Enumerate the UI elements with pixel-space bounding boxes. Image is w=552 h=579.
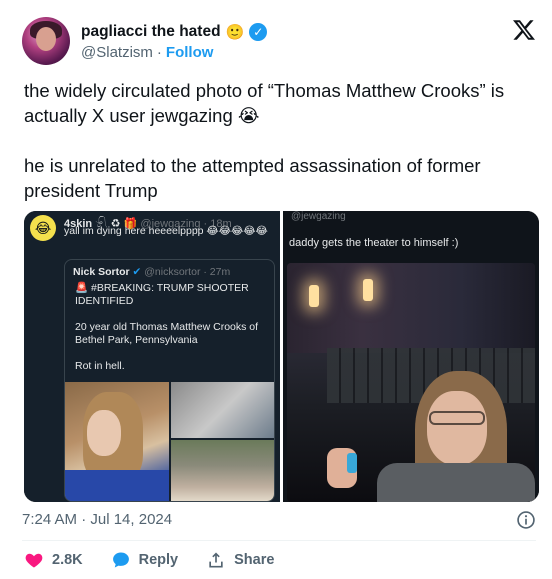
quote-body: 🚨 #BREAKING: TRUMP SHOOTER IDENTIFIED 20… [75, 282, 271, 386]
x-logo-icon[interactable] [512, 18, 536, 42]
like-button[interactable]: 2.8K [24, 550, 83, 570]
person-shirt [377, 463, 535, 502]
theater-selfie-photo [287, 263, 535, 502]
reply-bubble-icon [112, 552, 129, 568]
tweet-card: pagliacci the hated 🙂 ✓ @Slatzism · Foll… [0, 0, 552, 579]
quote-author: Nick Sortor [73, 266, 130, 278]
action-divider [22, 540, 536, 541]
author-handle[interactable]: @Slatzism [81, 44, 153, 61]
verified-badge-icon: ✓ [249, 23, 268, 41]
person-glasses [429, 411, 485, 425]
avatar-face [36, 27, 56, 51]
heart-icon [25, 553, 43, 568]
quote-line: 🚨 #BREAKING: TRUMP SHOOTER IDENTIFIED [75, 282, 249, 307]
handle-separator: · [156, 44, 162, 61]
embedded-right-handle: @jewgazing [291, 211, 346, 222]
quote-line: 20 year old Thomas Matthew Crooks of Bet… [75, 321, 259, 346]
tweet-paragraph: the widely circulated photo of “Thomas M… [24, 80, 505, 126]
embedded-post-text: yall im dying here heeeelpppp 😂😂😂😂😂 [64, 225, 268, 237]
tweet-text: the widely circulated photo of “Thomas M… [24, 78, 534, 228]
quote-line: Rot in hell. [75, 360, 125, 372]
reply-button[interactable]: Reply [111, 550, 179, 570]
embedded-quote-post: Nick Sortor ✔ @nicksortor · 27m 🚨 #BREAK… [64, 259, 275, 502]
follow-button[interactable]: Follow [166, 44, 214, 61]
media-screenshot-right[interactable]: @jewgazing daddy gets the theater to him… [283, 211, 539, 502]
tweet-timestamp[interactable]: 7:24 AM · Jul 14, 2024 [22, 511, 172, 528]
photo-face [87, 410, 121, 456]
person-face [427, 391, 487, 465]
tweet-paragraph: he is unrelated to the attempted assassi… [24, 155, 481, 201]
theater-wall [287, 263, 535, 353]
wall-light [309, 285, 319, 307]
share-label: Share [234, 552, 275, 568]
quote-verified-icon: ✔ [132, 266, 142, 278]
author-name-row: pagliacci the hated 🙂 ✓ [81, 21, 268, 43]
tweet-media[interactable]: 😂 4skin 𓍯 ♻ 🎁 @jewgazing · 18m yall im d… [24, 211, 539, 502]
quote-handle-time: @nicksortor · 27m [144, 266, 231, 278]
author-name-emoji: 🙂 [225, 23, 245, 41]
share-upload-icon [209, 552, 223, 568]
info-icon[interactable] [516, 510, 536, 530]
author-handle-row: @Slatzism · Follow [81, 44, 213, 61]
embedded-right-text: daddy gets the theater to himself :) [289, 237, 459, 249]
author-avatar[interactable] [22, 17, 70, 65]
embedded-avatar: 😂 [30, 215, 56, 241]
media-screenshot-left[interactable]: 😂 4skin 𓍯 ♻ 🎁 @jewgazing · 18m yall im d… [24, 211, 280, 502]
blue-bottle [347, 453, 357, 473]
reply-label: Reply [138, 552, 179, 568]
wall-light [363, 279, 373, 301]
photo-shirt [65, 470, 169, 501]
quote-photo-scene [171, 382, 274, 438]
action-bar: 2.8K Reply Share [24, 548, 302, 572]
quote-photo-portrait [65, 382, 169, 501]
share-button[interactable]: Share [206, 550, 274, 570]
like-count: 2.8K [52, 552, 83, 568]
author-display-name[interactable]: pagliacci the hated [81, 23, 221, 41]
quote-header: Nick Sortor ✔ @nicksortor · 27m [73, 266, 230, 278]
quote-photo-rooftop [171, 440, 274, 501]
